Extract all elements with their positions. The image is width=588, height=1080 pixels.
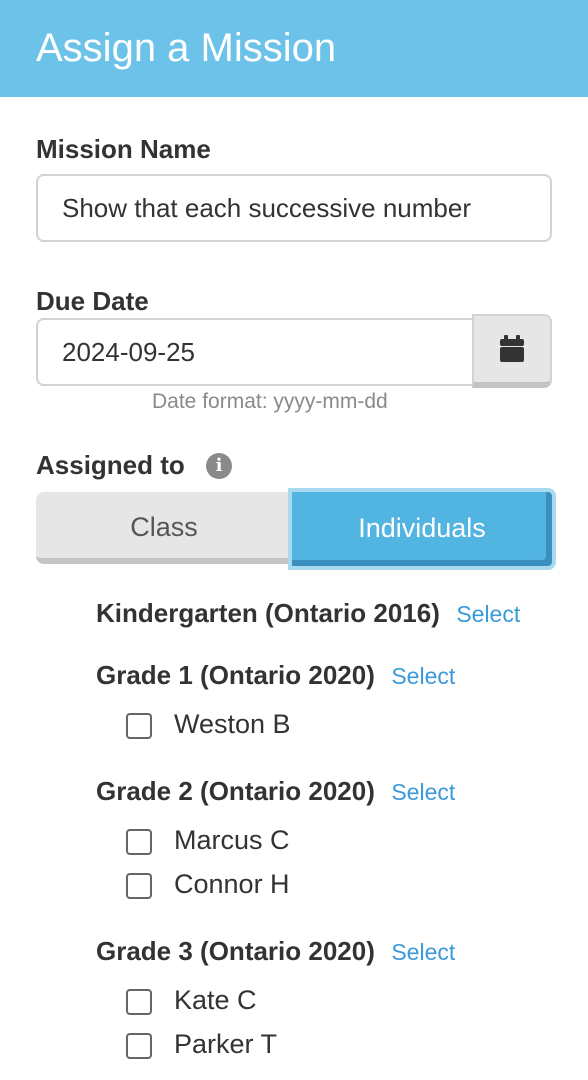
group-heading: Grade 2 (Ontario 2020) Select [96, 776, 455, 807]
due-date-label: Due Date [36, 286, 149, 316]
group-name: Kindergarten (Ontario 2016) [96, 598, 440, 628]
group-name: Grade 2 (Ontario 2020) [96, 776, 375, 806]
class-toggle-button[interactable]: Class [36, 492, 292, 564]
due-date-input[interactable] [36, 318, 474, 386]
header-bar: Assign a Mission [0, 0, 588, 97]
student-checkbox[interactable] [126, 989, 152, 1015]
group-name: Grade 3 (Ontario 2020) [96, 936, 375, 966]
calendar-icon [500, 335, 524, 362]
student-checkbox[interactable] [126, 1033, 152, 1059]
student-name: Parker T [174, 1029, 278, 1059]
student-checkbox[interactable] [126, 713, 152, 739]
student-checkbox[interactable] [126, 829, 152, 855]
student-name: Kate C [174, 985, 257, 1015]
select-group-link[interactable]: Select [391, 779, 455, 805]
student-name: Marcus C [174, 825, 290, 855]
select-group-link[interactable]: Select [391, 939, 455, 965]
student-name: Weston B [174, 709, 291, 739]
assigned-to-label: Assigned to [36, 450, 185, 480]
select-group-link[interactable]: Select [456, 601, 520, 627]
calendar-button[interactable] [472, 314, 552, 388]
student-checkbox[interactable] [126, 873, 152, 899]
page-title: Assign a Mission [36, 26, 337, 70]
select-group-link[interactable]: Select [391, 663, 455, 689]
info-icon[interactable]: i [206, 453, 232, 479]
individuals-toggle-button[interactable]: Individuals [288, 488, 556, 570]
group-heading: Kindergarten (Ontario 2016) Select [96, 598, 520, 629]
group-heading: Grade 3 (Ontario 2020) Select [96, 936, 455, 967]
mission-name-input[interactable] [36, 174, 552, 242]
assignment-type-toggle: Class Individuals [36, 488, 556, 570]
date-format-hint: Date format: yyyy-mm-dd [152, 390, 388, 413]
student-name: Connor H [174, 869, 290, 899]
group-heading: Grade 1 (Ontario 2020) Select [96, 660, 455, 691]
group-name: Grade 1 (Ontario 2020) [96, 660, 375, 690]
mission-name-label: Mission Name [36, 134, 211, 164]
